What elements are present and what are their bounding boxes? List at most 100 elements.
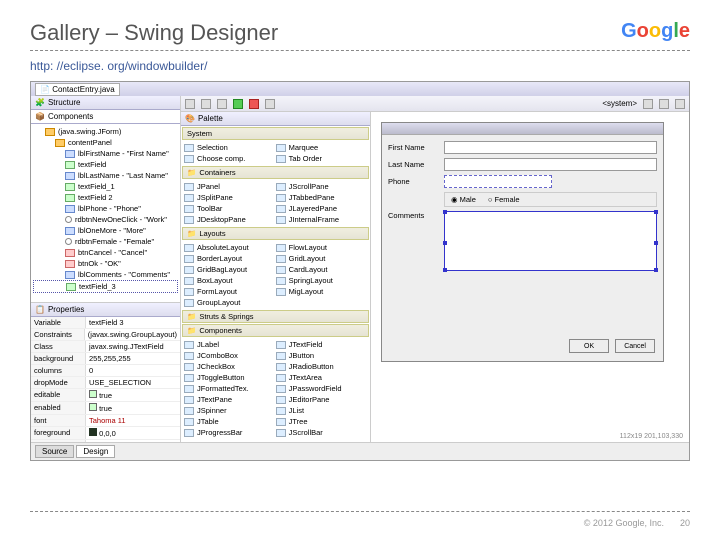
palette-item[interactable]: JLayeredPane: [274, 203, 366, 214]
run-icon[interactable]: [233, 99, 243, 109]
palette-item[interactable]: JScrollPane: [274, 181, 366, 192]
palette-item[interactable]: Marquee: [274, 142, 366, 153]
structure-tree: (java.swing.JForm)contentPanellblFirstNa…: [31, 124, 180, 302]
palette-item[interactable]: BoxLayout: [182, 275, 274, 286]
input-lastname[interactable]: [444, 158, 657, 171]
tab-source[interactable]: Source: [35, 445, 74, 458]
palette-item[interactable]: BorderLayout: [182, 253, 274, 264]
palette-section-system[interactable]: System: [182, 127, 369, 140]
property-row[interactable]: columns0: [31, 365, 180, 377]
tree-item[interactable]: btnOk - "OK": [33, 258, 178, 269]
palette-item[interactable]: JEditorPane: [274, 394, 366, 405]
slide-title: Gallery – Swing Designer: [30, 20, 690, 46]
palette-item[interactable]: JFormattedTex.: [182, 383, 274, 394]
palette-item[interactable]: GroupLayout: [182, 297, 274, 308]
tree-item[interactable]: lblFirstName - "First Name": [33, 148, 178, 159]
palette-item[interactable]: JPasswordField: [274, 383, 366, 394]
align-icon[interactable]: [659, 99, 669, 109]
palette-section-components[interactable]: 📁 Components: [182, 324, 369, 337]
palette-item[interactable]: FormLayout: [182, 286, 274, 297]
palette-item[interactable]: JTextPane: [182, 394, 274, 405]
component-icon: [276, 194, 286, 202]
cancel-button[interactable]: Cancel: [615, 339, 655, 353]
align-icon[interactable]: [643, 99, 653, 109]
input-phone[interactable]: [444, 175, 552, 188]
tree-item[interactable]: lblOneMore - "More": [33, 225, 178, 236]
jlabel-icon: [65, 172, 75, 180]
palette-item[interactable]: JLabel: [182, 339, 274, 350]
palette-item[interactable]: JTextArea: [274, 372, 366, 383]
property-row[interactable]: background255,255,255: [31, 353, 180, 365]
tree-item[interactable]: btnCancel - "Cancel": [33, 247, 178, 258]
palette-item[interactable]: JTabbedPane: [274, 192, 366, 203]
radio-male[interactable]: ◉ Male: [451, 195, 476, 204]
property-row[interactable]: editable true: [31, 389, 180, 402]
component-icon: [276, 418, 286, 426]
palette-item[interactable]: JTable: [182, 416, 274, 427]
property-row[interactable]: dropModeUSE_SELECTION: [31, 377, 180, 389]
palette-item[interactable]: GridLayout: [274, 253, 366, 264]
palette-item[interactable]: JScrollBar: [274, 427, 366, 438]
tree-item[interactable]: rdbtnFemale - "Female": [33, 236, 178, 247]
property-row[interactable]: Constraints(javax.swing.GroupLayout): [31, 329, 180, 341]
palette-item[interactable]: JProgressBar: [182, 427, 274, 438]
tree-item[interactable]: lblLastName - "Last Name": [33, 170, 178, 181]
component-icon: [276, 255, 286, 263]
palette-item[interactable]: JButton: [274, 350, 366, 361]
toolbar-icon[interactable]: [265, 99, 275, 109]
radio-female[interactable]: ○ Female: [488, 195, 520, 204]
palette-item[interactable]: CardLayout: [274, 264, 366, 275]
palette-item[interactable]: MigLayout: [274, 286, 366, 297]
tab-design[interactable]: Design: [76, 445, 115, 458]
ok-button[interactable]: OK: [569, 339, 609, 353]
property-row[interactable]: foreground 0,0,0: [31, 427, 180, 440]
palette-item[interactable]: JTree: [274, 416, 366, 427]
palette-item[interactable]: ToolBar: [182, 203, 274, 214]
structure-header: 🧩 Structure: [31, 96, 180, 110]
tree-item[interactable]: textField: [33, 159, 178, 170]
palette-section-containers[interactable]: 📁 Containers: [182, 166, 369, 179]
palette-item[interactable]: Selection: [182, 142, 274, 153]
palette-section-layouts[interactable]: 📁 Layouts: [182, 227, 369, 240]
palette-item[interactable]: JRadioButton: [274, 361, 366, 372]
toolbar-icon[interactable]: [201, 99, 211, 109]
align-icon[interactable]: [675, 99, 685, 109]
property-row[interactable]: VariabletextField 3: [31, 317, 180, 329]
palette-section-struts[interactable]: 📁 Struts & Springs: [182, 310, 369, 323]
palette-item[interactable]: Tab Order: [274, 153, 366, 164]
palette-item[interactable]: JList: [274, 405, 366, 416]
delete-icon[interactable]: [249, 99, 259, 109]
tree-item[interactable]: (java.swing.JForm): [33, 126, 178, 137]
tree-item[interactable]: textField_3: [33, 280, 178, 293]
palette-item[interactable]: AbsoluteLayout: [182, 242, 274, 253]
palette-item[interactable]: GridBagLayout: [182, 264, 274, 275]
tree-item[interactable]: textField_1: [33, 181, 178, 192]
palette-item[interactable]: JPanel: [182, 181, 274, 192]
palette-item[interactable]: JInternalFrame: [274, 214, 366, 225]
toolbar-icon[interactable]: [185, 99, 195, 109]
property-row[interactable]: enabled true: [31, 402, 180, 415]
palette-item[interactable]: JCheckBox: [182, 361, 274, 372]
palette-item[interactable]: JComboBox: [182, 350, 274, 361]
palette-item[interactable]: SpringLayout: [274, 275, 366, 286]
input-firstname[interactable]: [444, 141, 657, 154]
palette-item[interactable]: JDesktopPane: [182, 214, 274, 225]
property-row[interactable]: fontTahoma 11: [31, 415, 180, 427]
palette-item[interactable]: Choose comp.: [182, 153, 274, 164]
palette-item[interactable]: JSplitPane: [182, 192, 274, 203]
tree-item[interactable]: textField 2: [33, 192, 178, 203]
tree-item[interactable]: rdbtnNewOneClick - "Work": [33, 214, 178, 225]
input-comments[interactable]: [444, 211, 657, 271]
file-tab[interactable]: 📄 ContactEntry.java: [35, 83, 120, 96]
design-canvas[interactable]: First Name Last Name Phone: [371, 112, 689, 442]
properties-panel: 📋 Properties VariabletextField 3Constrai…: [31, 302, 180, 442]
palette-item[interactable]: JToggleButton: [182, 372, 274, 383]
palette-item[interactable]: JTextField: [274, 339, 366, 350]
tree-item[interactable]: contentPanel: [33, 137, 178, 148]
palette-item[interactable]: FlowLayout: [274, 242, 366, 253]
tree-item[interactable]: lblPhone - "Phone": [33, 203, 178, 214]
palette-item[interactable]: JSpinner: [182, 405, 274, 416]
toolbar-icon[interactable]: [217, 99, 227, 109]
tree-item[interactable]: lblComments - "Comments": [33, 269, 178, 280]
property-row[interactable]: Classjavax.swing.JTextField: [31, 341, 180, 353]
